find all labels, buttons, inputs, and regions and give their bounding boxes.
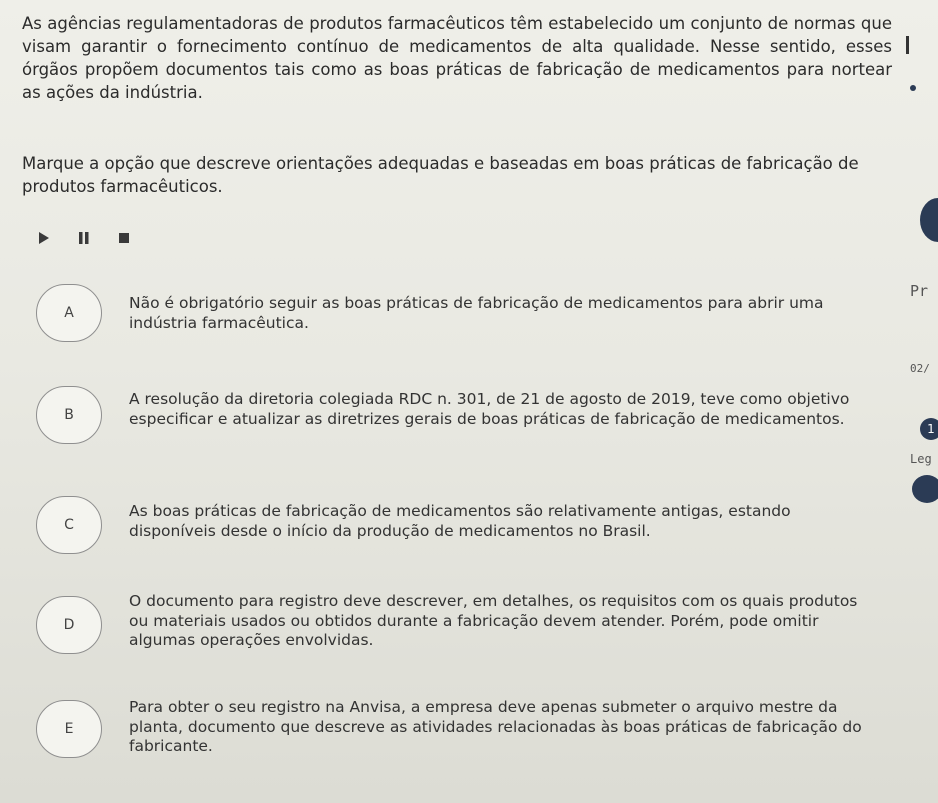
option-a[interactable]: A Não é obrigatório seguir as boas práti…	[36, 278, 876, 348]
media-controls	[35, 228, 133, 248]
question-intro: As agências regulamentadoras de produtos…	[22, 14, 892, 102]
question-prompt: Marque a opção que descreve orientações …	[22, 154, 859, 196]
option-d-text: O documento para registro deve descrever…	[129, 592, 858, 649]
option-a-letter[interactable]: A	[36, 284, 102, 342]
side-badge[interactable]: 1	[920, 418, 938, 440]
option-b[interactable]: B A resolução da diretoria colegiada RDC…	[36, 380, 876, 450]
option-a-text: Não é obrigatório seguir as boas prática…	[129, 294, 824, 332]
option-e-letter[interactable]: E	[36, 700, 102, 758]
side-dot-small	[910, 85, 916, 91]
option-b-text: A resolução da diretoria colegiada RDC n…	[129, 390, 850, 428]
side-label-date: 02/	[910, 362, 930, 375]
option-d[interactable]: D O documento para registro deve descrev…	[36, 590, 876, 660]
pause-icon	[79, 232, 89, 244]
stop-icon	[119, 233, 129, 243]
side-marker	[906, 36, 909, 54]
side-panel: Pr 02/ 1 Leg	[900, 0, 938, 803]
option-d-letter[interactable]: D	[36, 596, 102, 654]
option-b-letter[interactable]: B	[36, 386, 102, 444]
side-label-leg: Leg	[910, 452, 932, 466]
option-e[interactable]: E Para obter o seu registro na Anvisa, a…	[36, 694, 876, 764]
play-icon	[39, 232, 49, 244]
side-button-circle[interactable]	[912, 475, 938, 503]
stop-button[interactable]	[115, 229, 133, 247]
side-scroll-handle[interactable]	[920, 198, 938, 242]
option-c-text: As boas práticas de fabricação de medica…	[129, 502, 791, 540]
side-label-p: Pr	[910, 282, 929, 300]
option-c-letter[interactable]: C	[36, 496, 102, 554]
play-button[interactable]	[35, 229, 53, 247]
pause-button[interactable]	[75, 229, 93, 247]
option-c[interactable]: C As boas práticas de fabricação de medi…	[36, 490, 876, 560]
question-area: As agências regulamentadoras de produtos…	[0, 0, 900, 803]
option-e-text: Para obter o seu registro na Anvisa, a e…	[129, 698, 862, 755]
